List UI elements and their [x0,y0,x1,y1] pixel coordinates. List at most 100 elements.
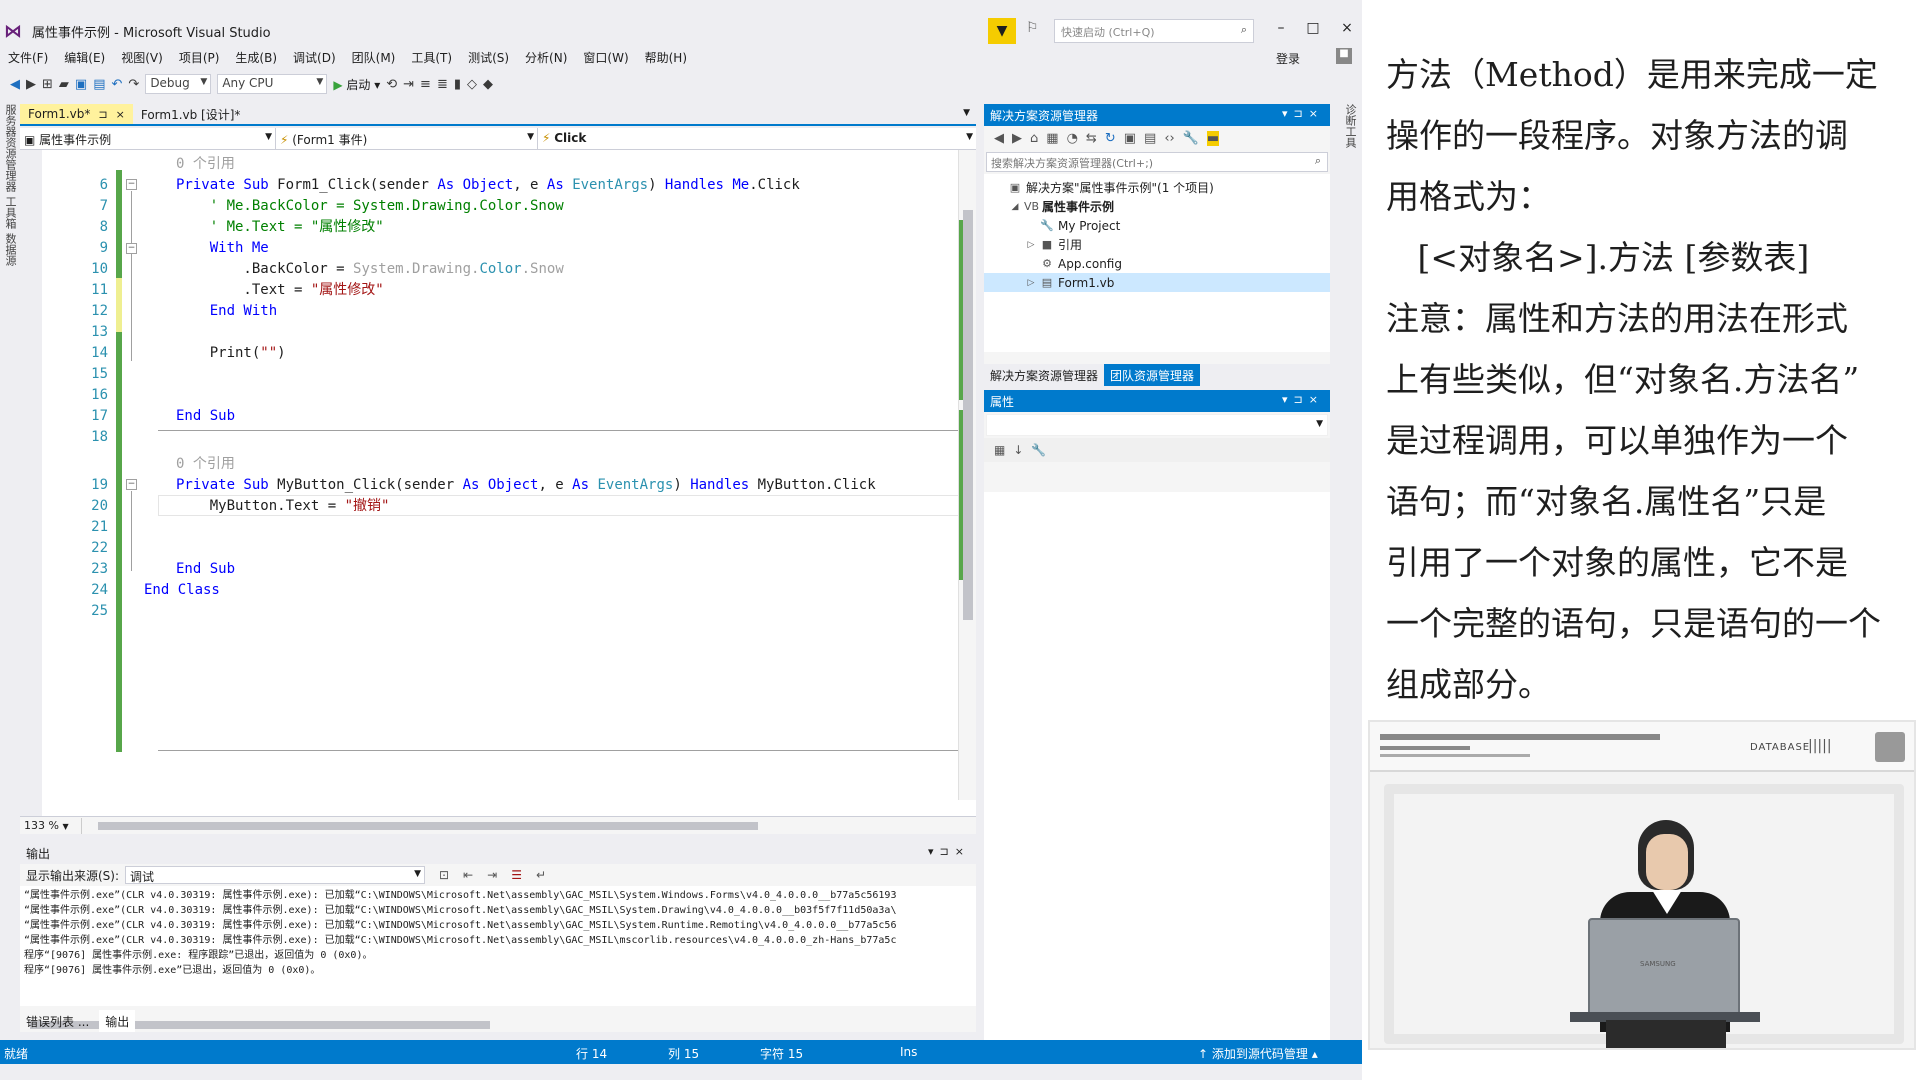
clear-all-icon[interactable]: ☰ [511,868,522,882]
code-line[interactable]: 23 End Sub [20,559,956,580]
horizontal-scroll-thumb[interactable] [98,822,758,830]
save-all-icon[interactable]: ▤ [93,77,105,92]
menu-project[interactable]: 项目(P) [171,49,228,66]
chevron-down-icon[interactable]: ▼ [963,108,970,118]
vertical-scrollbar[interactable] [958,150,976,800]
close-button[interactable]: × [1332,20,1362,42]
tab-output[interactable]: 输出 [99,1010,136,1032]
property-pages-icon[interactable]: 🔧 [1031,443,1046,457]
output-text[interactable]: “属性事件示例.exe”(CLR v4.0.30319: 属性事件示例.exe)… [20,886,976,1006]
panel-buttons[interactable]: ▾⊐× [1282,107,1324,120]
panel-buttons[interactable]: ▾⊐× [1282,393,1324,406]
code-line[interactable]: 25 [20,601,956,622]
code-line[interactable]: 6 Private Sub Form1_Click(sender As Objec… [20,175,956,196]
back-icon[interactable]: ◀ [10,77,20,92]
forward-icon[interactable]: ▶ [26,77,36,92]
open-file-icon[interactable]: ▰ [59,77,69,92]
solution-search-input[interactable]: 搜索解决方案资源管理器(Ctrl+;) ⌕ [986,152,1328,172]
object-combo[interactable]: ⚡ (Form1 事件) ▼ [276,128,538,150]
code-line[interactable]: 21 [20,517,956,538]
maximize-button[interactable]: □ [1298,20,1328,42]
browser-link-icon[interactable]: ⟲ [386,77,397,92]
code-line[interactable]: 20 MyButton.Text = "撤销" [20,496,956,517]
tab-form1-vb[interactable]: Form1.vb* ⊐ × [20,104,133,124]
expand-icon[interactable]: ▷ [1026,240,1036,250]
minimize-button[interactable]: – [1266,20,1296,42]
code-line[interactable]: 12 End With [20,301,956,322]
sync-icon[interactable]: ⇆ [1086,131,1097,146]
new-project-icon[interactable]: ⊞ [42,77,53,92]
tab-team-explorer[interactable]: 团队资源管理器 [1104,364,1201,386]
code-editor[interactable]: − − − 0 个引用 0 个引用 6 Private Sub Form1_Cli… [20,150,976,816]
word-wrap-icon[interactable]: ↵ [536,868,546,882]
reference-count[interactable]: 0 个引用 [176,454,235,475]
quick-launch-input[interactable]: 快速启动 (Ctrl+Q) ⌕ [1054,19,1254,43]
bookmark-next-icon[interactable]: ◆ [483,77,493,92]
object-select[interactable]: ▼ [986,414,1328,436]
tree-item[interactable]: ▷ ■ 引用 [984,235,1330,254]
tree-item[interactable]: ▷ ▤ Form1.vb [984,273,1330,292]
config-select[interactable]: Debug ▼ [145,74,212,94]
menu-debug[interactable]: 调试(D) [285,49,344,66]
menu-view[interactable]: 视图(V) [113,49,171,66]
notification-filter-icon[interactable]: ▼ [988,18,1016,44]
code-line[interactable]: 24 End Class [20,580,956,601]
start-button[interactable]: ▶ 启动 ▾ [333,76,380,93]
project-combo[interactable]: ▣ 属性事件示例 ▼ [20,128,276,150]
menu-analyze[interactable]: 分析(N) [517,49,575,66]
pin-icon[interactable]: ⊐ [98,108,107,121]
tab-error-list[interactable]: 错误列表 ... [20,1010,95,1032]
tree-item[interactable]: 🔧 My Project [984,216,1330,235]
undo-icon[interactable]: ↶ [112,77,123,92]
prev-message-icon[interactable]: ⇤ [463,868,473,882]
bookmark-prev-icon[interactable]: ◇ [467,77,477,92]
menu-file[interactable]: 文件(F) [0,49,56,66]
code-lens[interactable]: 0 个引用 [20,454,956,475]
tree-item[interactable]: ⚙ App.config [984,254,1330,273]
tree-item[interactable]: ◢ VB 属性事件示例 [984,197,1330,216]
save-icon[interactable]: ▣ [75,77,87,92]
tree-item[interactable]: ▣ 解决方案"属性事件示例"(1 个项目) [984,178,1330,197]
bookmark-icon[interactable]: ▮ [454,77,461,92]
toolbox-tab[interactable]: 工具箱 [2,196,18,229]
next-message-icon[interactable]: ⇥ [487,868,497,882]
close-icon[interactable]: × [116,108,125,121]
data-sources-tab[interactable]: 数据源 [2,233,18,266]
horizontal-scrollbar[interactable] [20,1018,976,1032]
refresh-icon[interactable]: ↻ [1105,131,1116,146]
find-message-icon[interactable]: ⊡ [439,868,449,882]
code-line[interactable]: 19 Private Sub MyButton_Click(sender As O… [20,475,956,496]
menu-tools[interactable]: 工具(T) [403,49,460,66]
code-line[interactable]: 9 With Me [20,238,956,259]
panel-buttons[interactable]: ▾⊐× [928,845,970,858]
source-control-button[interactable]: ↑ 添加到源代码管理 ▴ [1198,1045,1318,1062]
back-icon[interactable]: ◀ [994,131,1004,146]
view-code-icon[interactable]: ‹› [1164,131,1174,146]
menu-test[interactable]: 测试(S) [460,49,517,66]
code-line[interactable]: 8 ' Me.Text = "属性修改" [20,217,956,238]
alphabetical-icon[interactable]: ↓ [1013,443,1023,457]
code-line[interactable]: 17 End Sub [20,406,956,427]
step-icon[interactable]: ⇥ [403,77,414,92]
expand-icon[interactable]: ◢ [1010,202,1020,212]
collapse-all-icon[interactable]: ▣ [1124,131,1136,146]
server-explorer-tab[interactable]: 服务器资源管理器 [2,104,18,192]
preview-icon[interactable]: ▬ [1206,130,1220,146]
code-line[interactable]: 10 .BackColor = System.Drawing.Color.Sno… [20,259,956,280]
outdent-icon[interactable]: ≣ [437,77,448,92]
member-combo[interactable]: ⚡ Click ▼ [538,128,976,150]
code-line[interactable]: 18 [20,427,956,448]
menu-team[interactable]: 团队(M) [344,49,404,66]
pending-changes-icon[interactable]: ◔ [1067,131,1078,146]
diagnostic-tools-tab[interactable]: 诊断工具 [1342,104,1358,148]
categorized-icon[interactable]: ▦ [994,443,1005,457]
reference-count[interactable]: 0 个引用 [176,154,235,175]
tab-form1-design[interactable]: Form1.vb [设计]* [133,104,249,124]
forward-icon[interactable]: ▶ [1012,131,1022,146]
code-line[interactable]: 13 [20,322,956,343]
expand-icon[interactable]: ▷ [1026,278,1036,288]
menu-help[interactable]: 帮助(H) [637,49,695,66]
code-line[interactable]: 22 [20,538,956,559]
user-icon[interactable]: ■ [1336,48,1352,64]
menu-build[interactable]: 生成(B) [227,49,285,66]
